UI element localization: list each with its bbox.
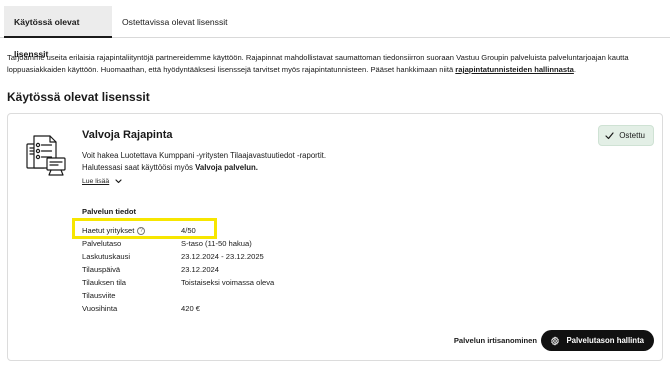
description-line-2: Halutessasi saat käyttöösi myös Valvoja … (82, 162, 326, 174)
check-icon (605, 131, 614, 139)
cancel-service-link[interactable]: Palvelun irtisanominen (454, 336, 537, 345)
detail-label: Tilauspäivä (82, 265, 121, 274)
detail-value: 23.12.2024 - 23.12.2025 (181, 252, 264, 261)
document-checklist-icon (26, 135, 66, 176)
license-description: Voit hakea Luotettava Kumppani -yrityste… (82, 150, 326, 173)
read-more-toggle[interactable]: Lue lisää (82, 178, 122, 185)
gear-icon (551, 336, 560, 345)
detail-value: 420 € (181, 304, 201, 313)
detail-value: 23.12.2024 (181, 265, 220, 274)
description-line-2-bold: Valvoja palvelun. (195, 162, 258, 172)
read-more-label: Lue lisää (82, 178, 110, 185)
detail-label: Laskutuskausi (82, 252, 131, 261)
tab-active-licenses[interactable]: Käytössä olevat lisenssit (4, 6, 112, 59)
intro-end: . (573, 65, 576, 74)
manage-button-label: Palvelutason hallinta (566, 336, 644, 345)
status-label: Ostettu (619, 131, 645, 140)
status-badge: Ostettu (598, 125, 654, 146)
license-name: Valvoja Rajapinta (82, 129, 173, 141)
intro-text: Tarjoamme useita erilaisia rajapintaliit… (7, 52, 663, 76)
details-title: Palvelun tiedot (82, 207, 137, 216)
chevron-down-icon (115, 179, 122, 184)
detail-value: Toistaiseksi voimassa oleva (181, 278, 275, 287)
api-keys-link[interactable]: rajapintatunnisteiden hallinnasta (455, 65, 574, 74)
description-line-1: Voit hakea Luotettava Kumppani -yrityste… (82, 151, 327, 160)
tab-bar: Käytössä olevat lisenssit Ostettavissa o… (0, 0, 670, 59)
description-line-2-prefix: Halutessasi saat käyttöösi myös (82, 162, 196, 172)
detail-label: Tilauksen tila (82, 278, 127, 287)
license-card: Valvoja Rajapinta Ostettu Voit hakea Luo… (7, 113, 663, 361)
detail-label: Vuosihinta (82, 304, 118, 313)
detail-label: Tilausviite (82, 291, 116, 300)
highlight-box (72, 218, 217, 239)
tab-purchasable-licenses[interactable]: Ostettavissa olevat lisenssit (112, 6, 238, 38)
section-title: Käytössä olevat lisenssit (7, 90, 150, 104)
manage-service-level-button[interactable]: Palvelutason hallinta (541, 330, 654, 351)
